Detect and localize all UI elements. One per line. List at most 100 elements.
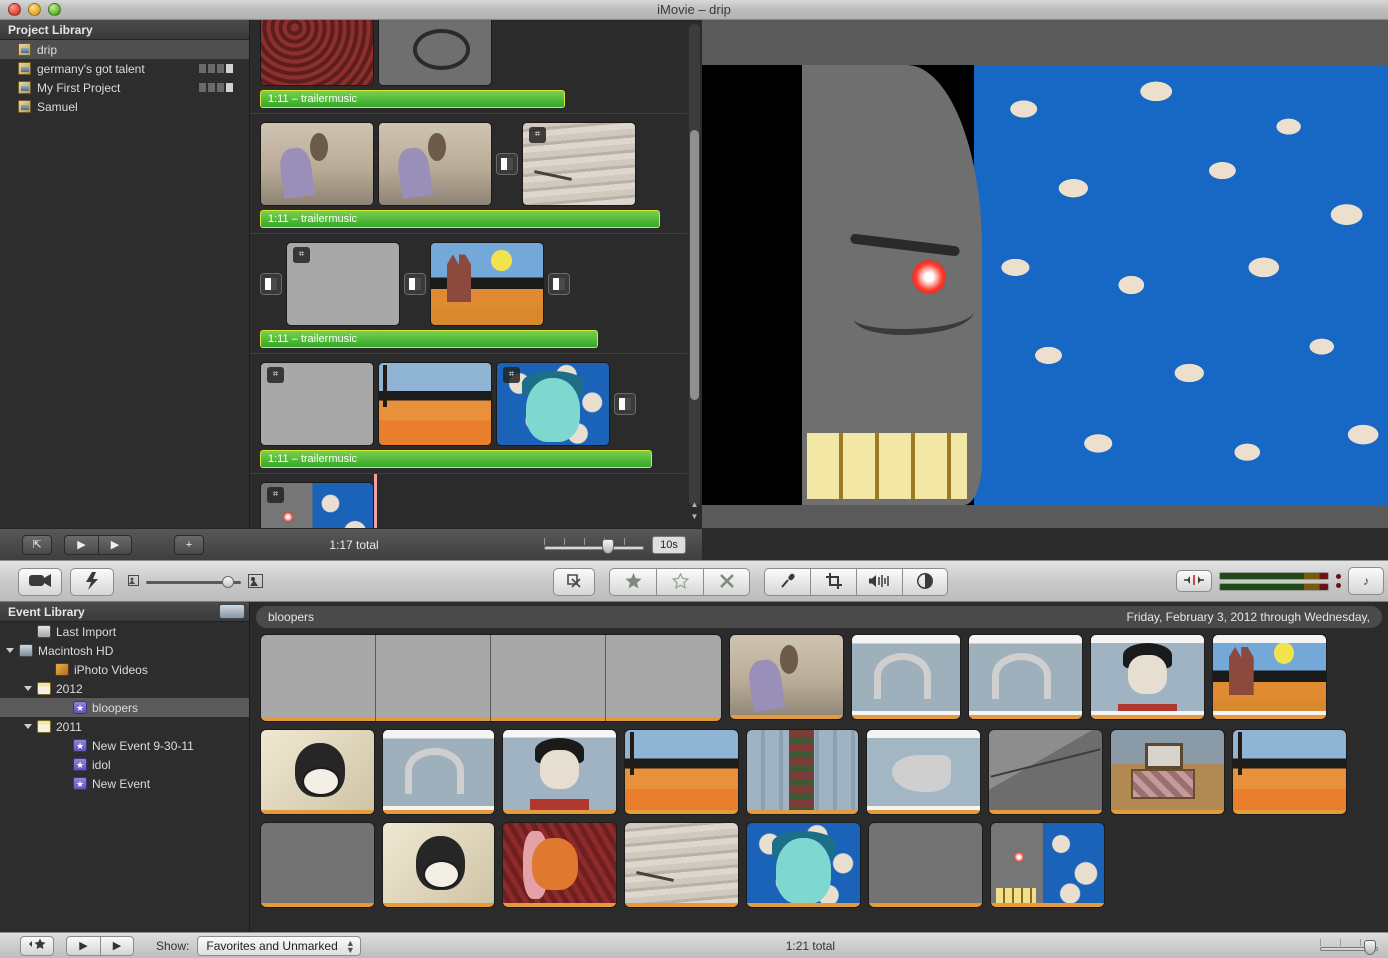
event-browser[interactable]: bloopers Friday, February 3, 2012 throug… (250, 602, 1388, 932)
event-clip-thumbnail[interactable] (502, 729, 617, 815)
event-clip-thumbnail[interactable] (260, 729, 375, 815)
event-item-bloopers[interactable]: ★bloopers (0, 698, 249, 717)
event-clip-thumbnail[interactable] (746, 822, 861, 908)
event-item-macintosh-hd[interactable]: Macintosh HD (0, 641, 249, 660)
swap-media-button[interactable]: ⇱ (22, 535, 52, 555)
event-clip-thumbnail[interactable] (502, 822, 617, 908)
project-item-germany-s-got-talent[interactable]: germany's got talent (0, 59, 249, 78)
project-item-my-first-project[interactable]: My First Project (0, 78, 249, 97)
event-clip-thumbnail[interactable] (1090, 634, 1205, 720)
reject-button[interactable] (703, 568, 750, 596)
event-clip-thumbnail[interactable] (866, 729, 981, 815)
event-clip-thumbnail[interactable] (851, 634, 961, 720)
play-button[interactable]: ▶ (98, 535, 132, 555)
timeline-clip[interactable]: ⌗ (496, 362, 610, 446)
crop-badge-icon[interactable]: ⌗ (267, 487, 284, 503)
event-clip-thumbnail[interactable] (868, 822, 983, 908)
play-button[interactable]: ▶ (100, 936, 134, 956)
filmstrip-frame[interactable] (261, 635, 376, 721)
timeline-clip[interactable] (378, 20, 492, 86)
voiceover-button[interactable] (764, 568, 810, 596)
crop-badge-icon[interactable]: ⌗ (503, 367, 520, 383)
event-clip-thumbnail[interactable] (990, 822, 1105, 908)
viewer-preview[interactable] (702, 65, 1388, 505)
effects-button[interactable] (70, 568, 114, 596)
transition-marker[interactable] (404, 273, 426, 295)
filmstrip-frame[interactable] (491, 635, 606, 721)
crop-button[interactable] (810, 568, 856, 596)
project-item-samuel[interactable]: Samuel (0, 97, 249, 116)
crop-badge-icon[interactable]: ⌗ (267, 367, 284, 383)
timeline-clip[interactable]: ⌗ (286, 242, 400, 326)
timeline-row[interactable]: 1:11 – trailermusic (250, 20, 687, 114)
event-item-2011[interactable]: 2011 (0, 717, 249, 736)
timeline-row[interactable]: ⌗ 1:11 – trailermusic (250, 114, 687, 234)
event-clip-thumbnail[interactable] (382, 822, 495, 908)
timeline-clip[interactable] (260, 122, 374, 206)
scrollbar-thumb[interactable] (690, 130, 699, 400)
background-music-clip[interactable]: 1:11 – trailermusic (260, 210, 660, 228)
color-adjust-button[interactable] (902, 568, 948, 596)
disclosure-triangle-icon[interactable] (6, 648, 14, 653)
event-item-last-import[interactable]: Last Import (0, 622, 249, 641)
timeline-row[interactable]: ⌗ ⌗ 1:11 – trailermusic (250, 354, 687, 474)
event-clip-thumbnail[interactable] (1110, 729, 1225, 815)
show-filter-select[interactable]: Favorites and Unmarked ▲▼ (197, 936, 360, 956)
transition-marker[interactable] (496, 153, 518, 175)
zoom-slider-knob[interactable] (602, 539, 614, 554)
scroll-up-icon[interactable]: ▲ (689, 500, 700, 512)
timeline-clip[interactable] (378, 362, 492, 446)
crop-badge-icon[interactable]: ⌗ (293, 247, 310, 263)
crop-badge-icon[interactable]: ⌗ (529, 127, 546, 143)
event-clip-thumbnail[interactable] (1232, 729, 1347, 815)
timeline-clip[interactable] (260, 20, 374, 86)
event-item-2012[interactable]: 2012 (0, 679, 249, 698)
timeline-zoom-slider[interactable] (544, 538, 644, 552)
zoom-slider-track[interactable] (544, 546, 644, 550)
event-zoom-knob[interactable] (1364, 940, 1376, 955)
thumbnail-slider-track[interactable] (146, 576, 241, 588)
background-music-clip[interactable]: 1:11 – trailermusic (260, 450, 652, 468)
timeline-clip[interactable]: ⌗ (260, 362, 374, 446)
event-clip-thumbnail[interactable] (624, 822, 739, 908)
timeline-clip[interactable] (430, 242, 544, 326)
scroll-down-icon[interactable]: ▼ (689, 512, 700, 524)
background-music-clip[interactable]: 1:11 – trailermusic (260, 90, 565, 108)
event-item-new-event-9-30-11[interactable]: ★New Event 9-30-11 (0, 736, 249, 755)
project-timeline[interactable]: 1:11 – trailermusic⌗1:11 – trailermusic⌗… (250, 20, 702, 528)
disclosure-triangle-icon[interactable] (24, 686, 32, 691)
disclosure-triangle-icon[interactable] (24, 724, 32, 729)
unmark-button[interactable] (656, 568, 703, 596)
playhead[interactable] (374, 474, 377, 528)
transition-marker[interactable] (614, 393, 636, 415)
event-filmstrip[interactable] (260, 634, 722, 722)
event-clip-thumbnail[interactable] (729, 634, 844, 720)
camera-button[interactable] (18, 568, 62, 596)
event-item-iphoto-videos[interactable]: iPhoto Videos (0, 660, 249, 679)
transition-marker[interactable] (260, 273, 282, 295)
timeline-clip[interactable]: ⌗ (260, 482, 374, 528)
timeline-clip[interactable] (378, 122, 492, 206)
timeline-clip[interactable]: ⌗ (522, 122, 636, 206)
project-item-drip[interactable]: drip (0, 40, 249, 59)
audio-adjust-button[interactable] (856, 568, 902, 596)
event-clip-thumbnail[interactable] (382, 729, 495, 815)
precision-editor-button[interactable] (1176, 570, 1212, 592)
event-zoom-slider[interactable] (1320, 939, 1378, 953)
event-item-idol[interactable]: ★idol (0, 755, 249, 774)
crop-marker-button[interactable] (553, 568, 595, 596)
event-clip-thumbnail[interactable] (988, 729, 1103, 815)
play-fullscreen-button[interactable]: ▶ (66, 936, 100, 956)
favorite-button[interactable] (609, 568, 656, 596)
thumbnail-size-slider[interactable] (128, 568, 263, 596)
event-item-new-event[interactable]: ★New Event (0, 774, 249, 793)
event-clip-thumbnail[interactable] (260, 822, 375, 908)
play-fullscreen-button[interactable]: ▶ (64, 535, 98, 555)
event-clip-thumbnail[interactable] (624, 729, 739, 815)
timeline-row[interactable]: ⌗ (250, 474, 687, 528)
transition-marker[interactable] (548, 273, 570, 295)
marked-clips-button[interactable] (20, 936, 54, 956)
project-timeline-scrollbar[interactable] (689, 24, 700, 506)
filmstrip-frame[interactable] (606, 635, 721, 721)
filmstrip-frame[interactable] (376, 635, 491, 721)
